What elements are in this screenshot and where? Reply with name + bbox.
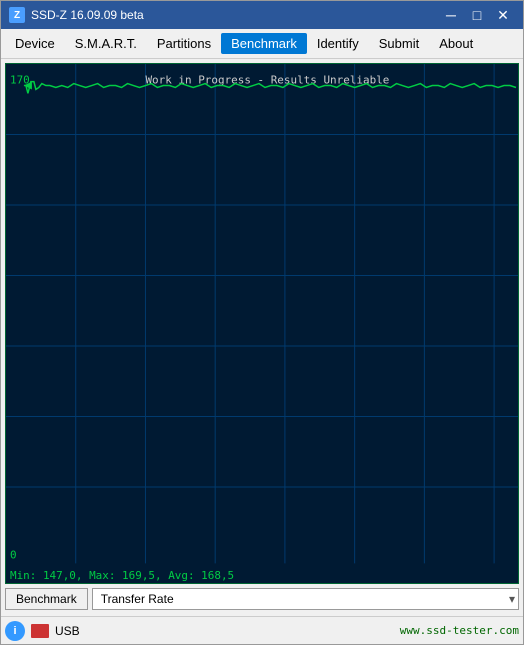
website-url: www.ssd-tester.com <box>400 624 519 637</box>
close-button[interactable]: ✕ <box>491 5 515 25</box>
svg-text:0: 0 <box>10 549 17 562</box>
title-bar: Z SSD-Z 16.09.09 beta ─ □ ✕ <box>1 1 523 29</box>
menu-bar: Device S.M.A.R.T. Partitions Benchmark I… <box>1 29 523 59</box>
benchmark-button[interactable]: Benchmark <box>5 588 88 610</box>
svg-text:Work in Progress - Results Unr: Work in Progress - Results Unreliable <box>145 74 389 87</box>
status-bar: i USB www.ssd-tester.com <box>1 616 523 644</box>
window-title: SSD-Z 16.09.09 beta <box>31 8 439 22</box>
drive-color-indicator <box>31 624 49 638</box>
maximize-button[interactable]: □ <box>465 5 489 25</box>
chart-svg: 170 0 Work in Progress - Results Unrelia… <box>6 64 518 583</box>
menu-item-submit[interactable]: Submit <box>369 33 429 54</box>
svg-text:Min: 147,0, Max: 169,5, Avg: 1: Min: 147,0, Max: 169,5, Avg: 168,5 <box>10 569 234 582</box>
menu-item-benchmark[interactable]: Benchmark <box>221 33 307 54</box>
benchmark-chart: 170 0 Work in Progress - Results Unrelia… <box>5 63 519 584</box>
menu-item-about[interactable]: About <box>429 33 483 54</box>
menu-item-identify[interactable]: Identify <box>307 33 369 54</box>
menu-item-device[interactable]: Device <box>5 33 65 54</box>
drive-label: USB <box>55 624 400 638</box>
transfer-type-dropdown[interactable]: Transfer Rate <box>92 588 519 610</box>
main-window: Z SSD-Z 16.09.09 beta ─ □ ✕ Device S.M.A… <box>0 0 524 645</box>
window-controls: ─ □ ✕ <box>439 5 515 25</box>
menu-item-partitions[interactable]: Partitions <box>147 33 221 54</box>
main-content: 170 0 Work in Progress - Results Unrelia… <box>1 59 523 616</box>
dropdown-container: Transfer Rate ▾ <box>92 588 519 610</box>
bottom-controls: Benchmark Transfer Rate ▾ <box>5 584 519 612</box>
menu-item-smart[interactable]: S.M.A.R.T. <box>65 33 147 54</box>
minimize-button[interactable]: ─ <box>439 5 463 25</box>
app-icon: Z <box>9 7 25 23</box>
info-icon: i <box>5 621 25 641</box>
